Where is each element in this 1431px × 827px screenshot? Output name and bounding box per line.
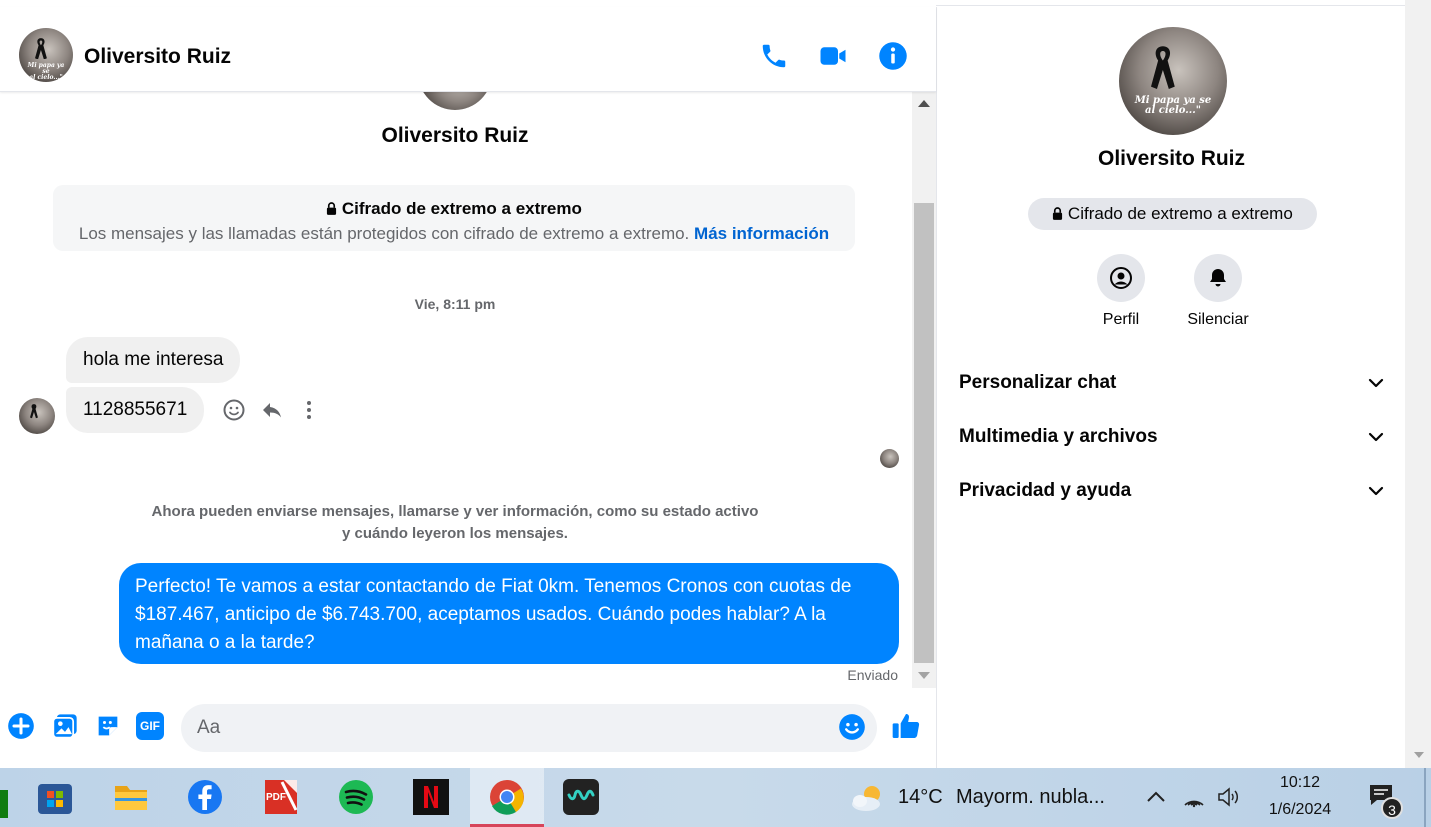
encryption-notice: Cifrado de extremo a extremo Los mensaje… (53, 185, 855, 251)
scroll-down-arrow[interactable] (918, 672, 930, 679)
chevron-down-icon (1368, 486, 1384, 496)
bell-icon (1210, 269, 1226, 287)
scroll-down-arrow[interactable] (1414, 752, 1424, 758)
emoji-icon[interactable] (838, 713, 866, 741)
contact-name[interactable]: Oliversito Ruiz (84, 45, 231, 69)
taskbar-edge-app[interactable] (0, 790, 8, 818)
composer: GIF (0, 700, 936, 756)
connection-notice: Ahora pueden enviarse mensajes, llamarse… (151, 503, 759, 542)
message-timestamp: Vie, 8:11 pm (414, 296, 496, 312)
contact-avatar[interactable]: Mi papa ya se al cielo..." (19, 28, 73, 82)
pdf-label: PDF (266, 792, 286, 803)
notification-count-badge: 3 (1381, 797, 1403, 819)
show-desktop-divider[interactable] (1424, 768, 1426, 827)
mute-button[interactable] (1194, 254, 1242, 302)
lock-icon (327, 202, 337, 215)
section-customize-chat[interactable]: Personalizar chat (959, 363, 1384, 403)
spotify-icon[interactable] (337, 778, 375, 816)
profile-label[interactable]: Perfil (1071, 311, 1171, 329)
chat-scrollbar[interactable] (912, 92, 936, 688)
incoming-message[interactable]: hola me interesa (66, 337, 241, 383)
mute-label[interactable]: Silenciar (1168, 311, 1268, 329)
info-contact-name: Oliversito Ruiz (1097, 147, 1246, 170)
speaker-icon[interactable] (1216, 786, 1242, 808)
pdf-icon[interactable]: PDF (262, 778, 300, 816)
chat-header: Mi papa ya se al cielo..." Oliversito Rui… (0, 7, 936, 92)
windows-taskbar: PDF 14°C Mayorm. nubla... 10:12 1/6/2024… (0, 768, 1431, 827)
message-input[interactable] (181, 704, 877, 752)
weather-temperature[interactable]: 14°C (898, 786, 943, 809)
ribbon-icon (1151, 46, 1176, 90)
microsoft-store-icon[interactable] (36, 778, 74, 816)
info-avatar[interactable]: Mi papa ya se al cielo..." (1119, 27, 1227, 135)
gif-icon[interactable]: GIF (136, 712, 164, 740)
photo-icon[interactable] (51, 712, 79, 740)
wifi-icon[interactable] (1182, 786, 1206, 808)
clock-time[interactable]: 10:12 (1262, 774, 1338, 792)
seen-indicator-avatar (880, 449, 899, 468)
info-icon[interactable] (878, 41, 908, 71)
thumbs-up-icon[interactable] (890, 710, 922, 742)
facebook-icon[interactable] (186, 778, 224, 816)
more-info-link[interactable]: Más información (694, 224, 829, 243)
chevron-down-icon (1368, 378, 1384, 388)
sticker-icon[interactable] (94, 712, 122, 740)
chrome-icon[interactable] (470, 768, 544, 827)
ribbon-icon (29, 404, 38, 419)
more-options-icon[interactable] (297, 398, 321, 422)
sender-avatar[interactable] (19, 398, 55, 434)
clock-date[interactable]: 1/6/2024 (1262, 801, 1338, 819)
encryption-description: Los mensajes y las llamadas están proteg… (78, 224, 830, 243)
encryption-badge[interactable]: Cifrado de extremo a extremo (1028, 198, 1317, 230)
ribbon-icon (35, 37, 48, 60)
weather-description[interactable]: Mayorm. nubla... (956, 786, 1105, 809)
profile-icon (1110, 267, 1132, 289)
file-explorer-icon[interactable] (112, 778, 150, 816)
message-list[interactable]: Mi papa ya seal cielo..." Oliversito Rui… (0, 92, 910, 688)
scroll-up-arrow[interactable] (918, 100, 930, 107)
avatar-caption: Mi papa ya se al cielo..." (27, 61, 65, 81)
outgoing-message[interactable]: Perfecto! Te vamos a estar contactando d… (119, 563, 899, 664)
page-scrollbar[interactable] (1405, 0, 1431, 768)
app-window: Mi papa ya se al cielo..." Oliversito Rui… (0, 0, 1431, 827)
netflix-icon[interactable] (412, 778, 450, 816)
react-emoji-icon[interactable] (222, 398, 246, 422)
profile-button[interactable] (1097, 254, 1145, 302)
weather-cloud-icon[interactable] (848, 782, 888, 814)
chevron-up-icon[interactable] (1146, 790, 1166, 804)
scroll-thumb[interactable] (914, 203, 934, 663)
chat-panel: Mi papa ya se al cielo..." Oliversito Rui… (0, 0, 936, 768)
conversation-info-panel: Mi papa ya se al cielo..." Oliversito Rui… (936, 7, 1405, 768)
reply-icon[interactable] (260, 398, 284, 422)
conversation-title: Oliversito Ruiz (381, 124, 529, 147)
app-icon[interactable] (562, 778, 600, 816)
message-status: Enviado (847, 667, 898, 683)
section-privacy-help[interactable]: Privacidad y ayuda (959, 471, 1384, 511)
encryption-title: Cifrado de extremo a extremo (53, 199, 855, 219)
phone-icon[interactable] (759, 41, 789, 71)
avatar-caption: Mi papa ya se al cielo..." (1134, 95, 1212, 117)
chevron-down-icon (1368, 432, 1384, 442)
incoming-message[interactable]: 1128855671 (66, 387, 205, 433)
video-camera-icon[interactable] (818, 41, 848, 71)
plus-icon[interactable] (7, 712, 35, 740)
section-media-files[interactable]: Multimedia y archivos (959, 417, 1384, 457)
lock-icon (1053, 207, 1063, 220)
conversation-avatar: Mi papa ya seal cielo..." (418, 92, 492, 110)
